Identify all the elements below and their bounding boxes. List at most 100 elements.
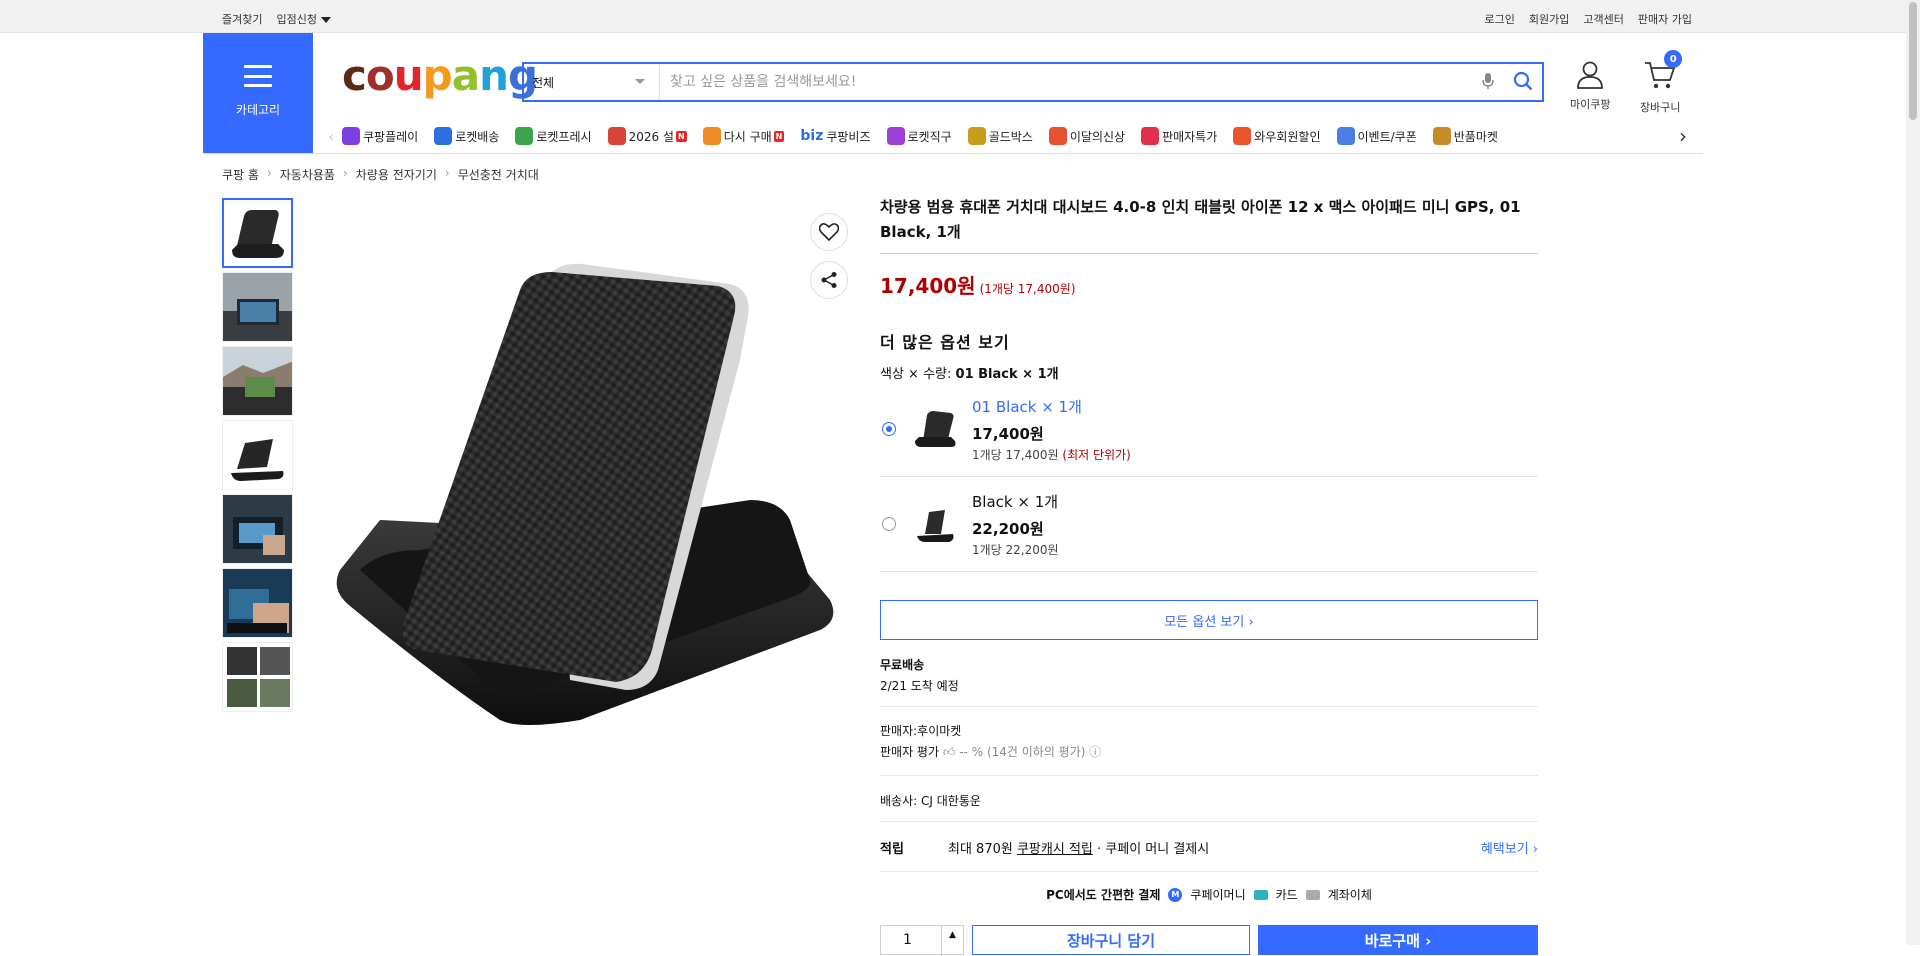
coupang-logo[interactable]: coupang <box>342 55 538 97</box>
seller-rating: 판매자 평가 👍︎ -- % (14건 이하의 평가) ⓘ <box>880 742 1538 763</box>
quick-nav-item[interactable]: 골드박스 <box>967 127 1033 145</box>
seller-rating-note: (14건 이하의 평가) <box>986 745 1086 759</box>
seller-signup-link[interactable]: 판매자 가입 <box>1638 11 1692 27</box>
quick-nav-item[interactable]: 로켓배송 <box>434 127 499 145</box>
price-block: 17,400원 (1개당 17,400원) <box>880 270 1538 299</box>
quantity-stepper[interactable]: 1 ▲ <box>880 925 964 956</box>
heart-icon <box>819 223 839 241</box>
rocket-fresh-icon <box>515 127 534 145</box>
option-row[interactable]: Black × 1개 22,200원 1개당 22,200원 <box>880 477 1538 572</box>
quick-nav-item[interactable]: 로켓프레시 <box>515 127 592 145</box>
search-category-select[interactable]: 전체 <box>524 64 660 100</box>
logo-letter: c <box>342 51 367 100</box>
cart-label: 장바구니 <box>1640 101 1681 114</box>
hamburger-icon <box>244 65 272 87</box>
logo-letter: u <box>393 51 424 100</box>
product-thumbnail[interactable] <box>222 420 293 490</box>
vendor-apply-link[interactable]: 입점신청 <box>276 11 331 27</box>
quick-nav-label: 이벤트/쿠폰 <box>1357 129 1417 144</box>
arrival-estimate: 2/21 도착 예정 <box>880 679 959 693</box>
option-image <box>910 404 960 454</box>
card-label: 카드 <box>1275 888 1298 902</box>
points-condition: · 쿠페이 머니 결제시 <box>1097 842 1210 857</box>
login-link[interactable]: 로그인 <box>1485 11 1515 27</box>
biz-icon: biz <box>800 128 824 144</box>
breadcrumb: 쿠팡 홈 › 자동차용품 › 차량용 전자기기 › 무선충전 거치대 <box>222 166 539 183</box>
product-thumbnail[interactable] <box>222 494 293 564</box>
product-thumbnail[interactable] <box>222 198 293 268</box>
cart-button[interactable]: 0 장바구니 <box>1640 50 1683 115</box>
favorites-link[interactable]: 즐겨찾기 <box>222 11 262 27</box>
breadcrumb-wireless-charger-mount[interactable]: 무선충전 거치대 <box>458 166 539 183</box>
scrollbar-thumb[interactable] <box>1909 2 1917 120</box>
benefit-link[interactable]: 혜택보기 › <box>1481 838 1538 857</box>
seller-info: 판매자:후이마켓 판매자 평가 👍︎ -- % (14건 이하의 평가) ⓘ <box>880 707 1538 776</box>
carrier-info: 배송사: CJ 대한통운 <box>880 776 1538 822</box>
microphone-icon[interactable] <box>1481 72 1495 93</box>
category-menu-button[interactable]: 카테고리 <box>203 33 313 153</box>
all-options-button[interactable]: 모든 옵션 보기 › <box>880 600 1538 640</box>
sale-price: 17,400원 <box>880 274 976 298</box>
percent-icon <box>1141 127 1160 145</box>
new-badge: N <box>675 130 687 142</box>
product-thumbnail[interactable] <box>222 568 293 638</box>
search-icon[interactable] <box>1513 71 1533 94</box>
search-bar: 전체 <box>522 62 1544 102</box>
option-radio[interactable] <box>882 517 896 531</box>
breadcrumb-car-supplies[interactable]: 자동차용품 <box>280 166 335 183</box>
quick-nav-item[interactable]: 이벤트/쿠폰 <box>1336 127 1417 145</box>
chevron-right-icon[interactable]: › <box>1672 124 1694 148</box>
quick-nav-item[interactable]: 로켓직구 <box>886 127 952 145</box>
product-thumbnail[interactable] <box>222 642 293 712</box>
search-input[interactable] <box>660 64 1472 100</box>
chevron-up-icon[interactable]: ▲ <box>941 926 963 956</box>
seller-rating-value: -- % <box>959 745 984 759</box>
easy-pay-info: PC에서도 간편한 결제 M 쿠페이머니 카드 계좌이체 <box>880 872 1538 917</box>
quick-nav-item[interactable]: 다시 구매 N <box>702 127 785 145</box>
quick-nav-label: 골드박스 <box>988 129 1033 144</box>
quick-nav-item[interactable]: 이달의신상 <box>1048 127 1125 145</box>
customer-center-link[interactable]: 고객센터 <box>1583 11 1623 27</box>
option-price: 17,400원 <box>972 424 1044 443</box>
quick-nav-item[interactable]: 와우회원할인 <box>1233 127 1321 145</box>
carrier-label: 배송사: <box>880 794 918 808</box>
seller-name[interactable]: 판매자:후이마켓 <box>880 721 1538 742</box>
coupang-cash-link[interactable]: 쿠팡캐시 적립 <box>1017 838 1093 857</box>
chevron-down-icon <box>635 79 645 84</box>
info-icon[interactable]: ⓘ <box>1089 745 1101 759</box>
cart-count-badge: 0 <box>1664 50 1683 68</box>
option-name: 01 Black × 1개 <box>972 397 1082 416</box>
buy-now-button[interactable]: 바로구매 › <box>1258 925 1538 955</box>
rebuy-icon <box>702 127 721 145</box>
breadcrumb-separator: › <box>342 166 348 180</box>
easy-pay-title: PC에서도 간편한 결제 <box>1046 888 1161 902</box>
logo-letter: a <box>451 51 480 100</box>
option-radio-selected[interactable] <box>882 422 896 436</box>
wishlist-button[interactable] <box>810 213 848 251</box>
signup-link[interactable]: 회원가입 <box>1529 11 1569 27</box>
shipping-info: 무료배송 2/21 도착 예정 <box>880 656 1538 707</box>
quick-nav-item[interactable]: 판매자특가 <box>1141 127 1217 145</box>
product-thumbnail[interactable] <box>222 272 293 342</box>
breadcrumb-home[interactable]: 쿠팡 홈 <box>222 166 259 183</box>
chevron-left-icon[interactable]: ‹ <box>320 127 342 146</box>
coupay-money-label: 쿠페이머니 <box>1190 888 1246 902</box>
quick-nav-item[interactable]: 2026 설N <box>607 127 687 145</box>
breadcrumb-car-electronics[interactable]: 차량용 전자기기 <box>356 166 437 183</box>
page-scrollbar[interactable] <box>1906 0 1920 945</box>
vendor-apply-label: 입점신청 <box>276 13 317 26</box>
category-label: 카테고리 <box>235 103 281 117</box>
bank-icon <box>1305 889 1320 900</box>
add-to-cart-button[interactable]: 장바구니 담기 <box>972 925 1250 955</box>
points-amount: 최대 870원 <box>948 842 1013 857</box>
mycoupang-button[interactable]: 마이쿠팡 <box>1570 60 1610 112</box>
product-thumbnail[interactable] <box>222 346 293 416</box>
quick-nav-item[interactable]: 쿠팡플레이 <box>342 127 418 145</box>
quick-nav-item[interactable]: 반품마켓 <box>1432 127 1498 145</box>
quick-nav-item[interactable]: biz 쿠팡비즈 <box>800 127 870 145</box>
share-button[interactable] <box>810 261 848 299</box>
card-icon <box>1253 889 1268 900</box>
option-row[interactable]: 01 Black × 1개 17,400원 1개당 17,400원 (최저 단위… <box>880 382 1538 477</box>
quick-nav: ‹ 쿠팡플레이 로켓배송 로켓프레시 2026 설 N 다시 구매 N biz 쿠팡비즈 로켓직구… <box>320 121 1700 151</box>
search-category-value: 전체 <box>532 76 555 90</box>
